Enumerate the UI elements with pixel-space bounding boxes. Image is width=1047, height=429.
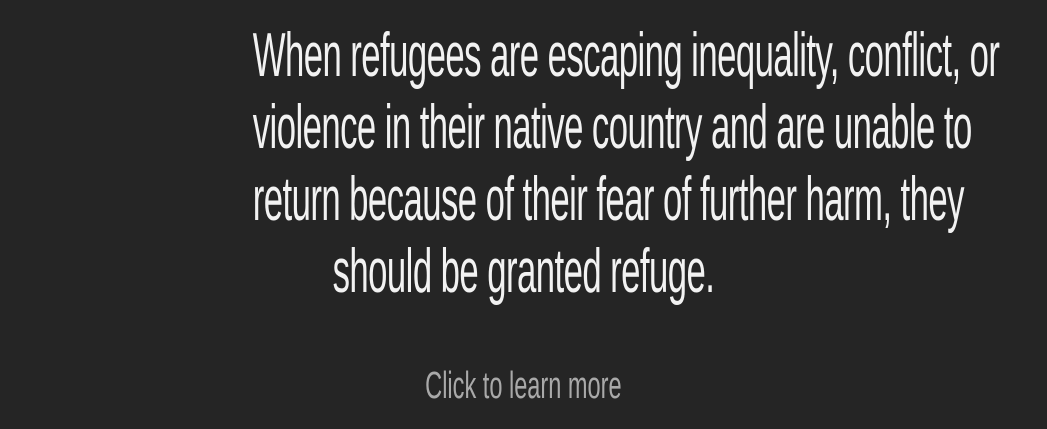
quote-text: When refugees are escaping inequality, c…: [252, 20, 1000, 308]
quote-line: should be granted refuge.: [332, 237, 715, 306]
quote-line: return because of their fear of further …: [252, 165, 965, 234]
quote-panel: When refugees are escaping inequality, c…: [0, 0, 1047, 429]
quote-line: When refugees are escaping inequality, c…: [252, 21, 1000, 90]
learn-more-label: Click to learn more: [425, 365, 622, 407]
learn-more-link[interactable]: Click to learn more: [0, 362, 1047, 410]
quote-line: violence in their native country and are…: [252, 93, 973, 162]
